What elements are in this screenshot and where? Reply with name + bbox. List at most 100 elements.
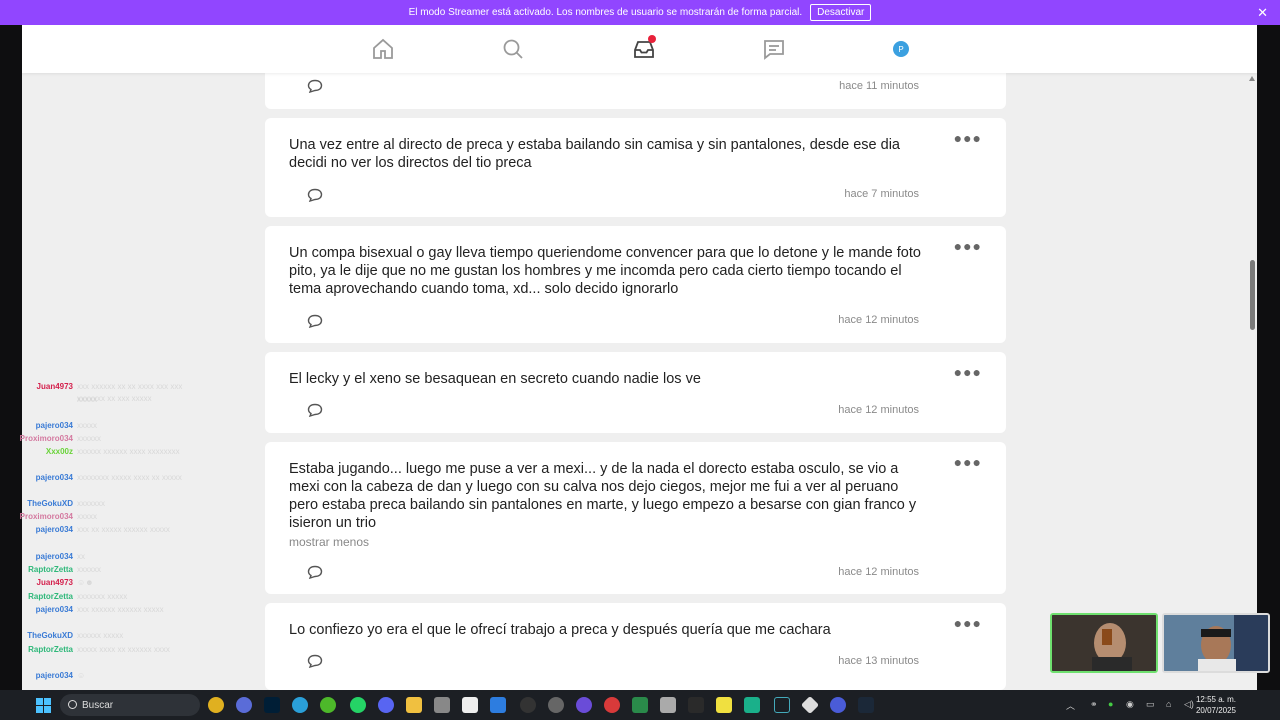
more-options-icon[interactable]: ●●● xyxy=(954,454,982,470)
app-icon[interactable] xyxy=(604,697,620,713)
volume-icon[interactable]: ◁) xyxy=(1184,699,1194,710)
tray-app-icon[interactable]: ◉ xyxy=(1126,699,1134,710)
chat-username[interactable]: Proximoro034 xyxy=(0,433,73,445)
profile-avatar[interactable]: P xyxy=(889,37,913,61)
chat-username[interactable]: Xxx00z xyxy=(0,446,73,458)
chrome-icon[interactable] xyxy=(208,697,224,713)
chat-text: xxx xx xxxxx xxxxxx xxxxx xyxy=(77,525,170,534)
comment-icon[interactable] xyxy=(307,565,323,580)
search-icon[interactable] xyxy=(501,37,525,61)
more-options-icon[interactable]: ●●● xyxy=(954,130,982,146)
search-placeholder: Buscar xyxy=(82,699,114,711)
system-clock[interactable]: 12:55 a. m. 20/07/2025 xyxy=(1196,694,1236,716)
home-icon[interactable] xyxy=(371,37,395,61)
chat-text: xxx xxxxxx xxxxxx xxxxx xyxy=(77,605,164,614)
obs-icon[interactable] xyxy=(520,697,536,713)
steam-icon[interactable] xyxy=(858,697,874,713)
chat-text: xxxxxx xxxxx xyxy=(77,631,124,640)
post-time: hace 11 minutos xyxy=(839,80,919,92)
chat-username[interactable]: pajero034 xyxy=(0,604,73,616)
deactivate-button[interactable]: Desactivar xyxy=(810,4,872,21)
chat-text: xxxxxxx xxxxx xyxy=(77,592,128,601)
chat-username[interactable]: TheGokuXD xyxy=(0,630,73,642)
chat-username[interactable]: Juan4973 xyxy=(0,577,73,589)
more-options-icon[interactable]: ●●● xyxy=(954,364,982,380)
sticky-notes-icon[interactable] xyxy=(716,697,732,713)
app-icon[interactable] xyxy=(462,697,478,713)
taskbar-search[interactable]: Buscar xyxy=(60,694,200,716)
post-text: Una vez entre al directo de preca y esta… xyxy=(289,137,900,171)
chat-username[interactable]: pajero034 xyxy=(0,524,73,536)
chat-username[interactable]: pajero034 xyxy=(0,472,73,484)
app-icon[interactable] xyxy=(576,697,592,713)
chat-username[interactable]: pajero034 xyxy=(0,670,73,682)
app-icon[interactable] xyxy=(490,697,506,713)
app-icon[interactable] xyxy=(548,697,564,713)
chat-username[interactable]: TheGokuXD xyxy=(0,498,73,510)
chat-text: xxxxxx xxxxxx xxxx xxxxxxxx xyxy=(77,447,180,456)
app-icon[interactable] xyxy=(744,697,760,713)
chat-text: xxxxxx xyxy=(77,434,101,443)
chat-text: xxxxx xxxx xx xxxxxx xxxx xyxy=(77,645,170,654)
windows-start-icon[interactable] xyxy=(36,698,51,713)
app-icon[interactable] xyxy=(320,697,336,713)
app-icon[interactable] xyxy=(632,697,648,713)
show-less-link[interactable]: mostrar menos xyxy=(289,535,369,549)
post-card: Estaba jugando... luego me puse a ver a … xyxy=(265,442,1006,594)
photoshop-icon[interactable] xyxy=(264,697,280,713)
chat-text: ☺☻ xyxy=(77,578,94,587)
app-icon[interactable] xyxy=(830,697,846,713)
app-icon[interactable] xyxy=(774,697,790,713)
tray-app-icon[interactable]: ● xyxy=(1108,699,1113,709)
more-options-icon[interactable]: ●●● xyxy=(954,238,982,254)
more-options-icon[interactable]: ●●● xyxy=(954,615,982,631)
comment-icon[interactable] xyxy=(307,79,323,94)
discord-icon[interactable] xyxy=(378,697,394,713)
chat-username[interactable]: pajero034 xyxy=(0,420,73,432)
comment-icon[interactable] xyxy=(307,314,323,329)
streamer-mode-banner: El modo Streamer está activado. Los nomb… xyxy=(0,0,1280,25)
avatar: P xyxy=(893,41,909,57)
chat-username[interactable]: Juan4973 xyxy=(0,381,73,393)
tray-app-icon[interactable]: ⚭ xyxy=(1090,699,1098,710)
right-frame xyxy=(1257,25,1280,690)
post-time: hace 12 minutos xyxy=(838,566,919,578)
page-scrollbar[interactable] xyxy=(1247,73,1257,690)
post-card: El lecky y el xeno se besaquean en secre… xyxy=(265,352,1006,433)
network-icon[interactable]: ⌂ xyxy=(1166,699,1171,709)
app-icon[interactable] xyxy=(236,697,252,713)
messages-icon[interactable] xyxy=(762,37,786,61)
whatsapp-icon[interactable] xyxy=(350,697,366,713)
post-time: hace 12 minutos xyxy=(838,314,919,326)
taskbar: Buscar ︿ ⚭ ● ◉ ▭ ⌂ ◁) 12:55 a. m. 20/07/… xyxy=(0,690,1280,720)
comment-icon[interactable] xyxy=(307,403,323,418)
post-text: El lecky y el xeno se besaquean en secre… xyxy=(289,371,701,387)
post-text: Un compa bisexual o gay lleva tiempo que… xyxy=(289,245,921,297)
file-explorer-icon[interactable] xyxy=(406,697,422,713)
top-navigation: P xyxy=(22,25,1257,73)
scroll-thumb[interactable] xyxy=(1250,260,1255,330)
comment-icon[interactable] xyxy=(307,188,323,203)
chat-text: xxxxx xyxy=(77,421,97,430)
scroll-up-icon[interactable] xyxy=(1249,76,1255,81)
chat-username[interactable]: Proximoro034 xyxy=(0,511,73,523)
chat-username[interactable]: RaptorZetta xyxy=(0,591,73,603)
chat-text: ☺ xyxy=(77,671,86,680)
close-icon[interactable]: ✕ xyxy=(1257,5,1268,21)
webcam-feed xyxy=(1162,613,1270,673)
post-text: Estaba jugando... luego me puse a ver a … xyxy=(289,461,917,531)
comment-icon[interactable] xyxy=(307,654,323,669)
tray-chevron-icon[interactable]: ︿ xyxy=(1066,699,1075,712)
app-icon[interactable] xyxy=(660,697,676,713)
app-icon[interactable] xyxy=(800,695,820,715)
telegram-icon[interactable] xyxy=(292,697,308,713)
chat-username[interactable]: RaptorZetta xyxy=(0,564,73,576)
app-icon[interactable] xyxy=(434,697,450,713)
chat-username[interactable]: RaptorZetta xyxy=(0,644,73,656)
app-icon[interactable] xyxy=(688,697,704,713)
wifi-icon[interactable]: ▭ xyxy=(1146,699,1155,710)
chat-username[interactable]: pajero034 xyxy=(0,551,73,563)
post-time: hace 7 minutos xyxy=(844,188,919,200)
inbox-icon[interactable] xyxy=(632,35,656,61)
banner-message: El modo Streamer está activado. Los nomb… xyxy=(408,7,803,18)
